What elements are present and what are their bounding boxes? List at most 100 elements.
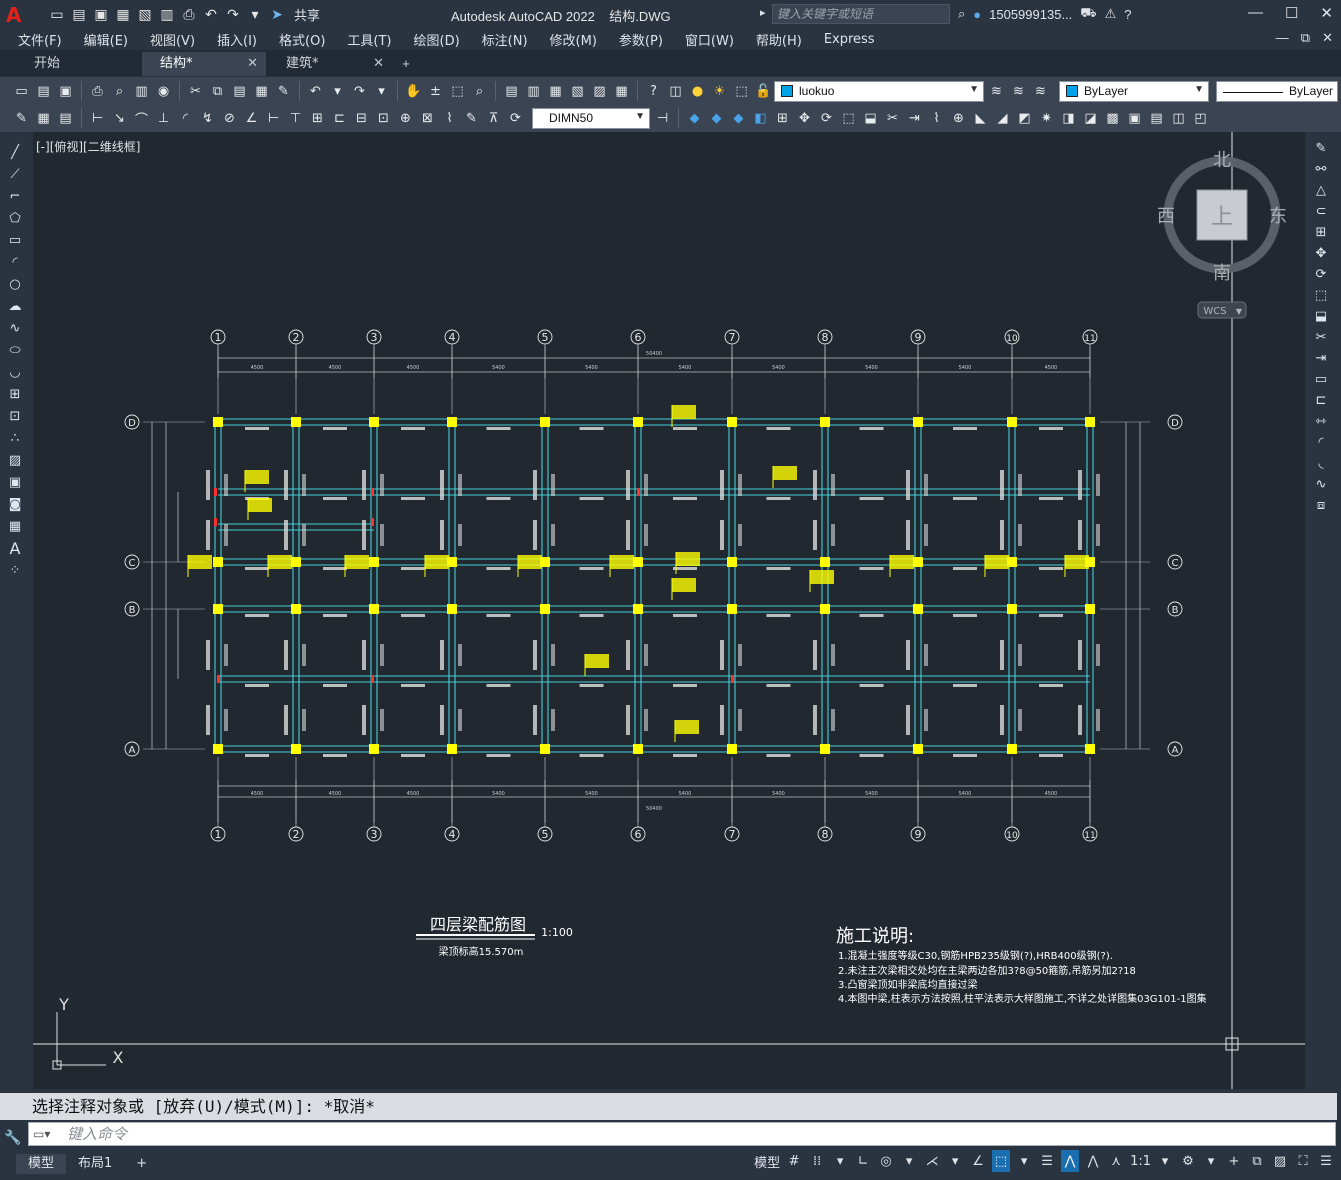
user-icon[interactable]: ● bbox=[973, 7, 981, 22]
menu-format[interactable]: 格式(O) bbox=[279, 30, 325, 49]
array-icon[interactable]: ⊞ bbox=[1313, 224, 1330, 241]
sun-icon[interactable]: ☀ bbox=[710, 82, 729, 101]
annotation-scale-icon[interactable]: ⋏ bbox=[1107, 1150, 1125, 1172]
help-icon[interactable]: ? bbox=[1124, 7, 1131, 22]
undo-icon[interactable]: ↶ bbox=[306, 82, 325, 101]
layer-properties-icon[interactable]: ◫ bbox=[666, 82, 685, 101]
rectangle-icon[interactable]: ▭ bbox=[7, 232, 24, 249]
publish-icon[interactable]: ▧ bbox=[136, 6, 154, 24]
snap-dropdown-icon[interactable]: ▾ bbox=[831, 1150, 849, 1172]
plot-icon[interactable]: ⎙ bbox=[88, 82, 107, 101]
inspect-icon[interactable]: ⊠ bbox=[418, 109, 437, 128]
maximize-icon[interactable]: ☐ bbox=[1285, 4, 1298, 22]
stretch-icon[interactable]: ⬓ bbox=[1313, 308, 1330, 325]
viewcube-west-label[interactable]: 西 bbox=[1157, 206, 1175, 227]
dim-edit-icon[interactable]: ✎ bbox=[462, 109, 481, 128]
workspace-gear-icon[interactable]: ⚙ bbox=[1179, 1150, 1197, 1172]
viewcube-north-label[interactable]: 北 bbox=[1213, 150, 1231, 171]
center-mark-icon[interactable]: ⊕ bbox=[396, 109, 415, 128]
trim-icon[interactable]: ✂ bbox=[883, 109, 902, 128]
diameter-icon[interactable]: ⊘ bbox=[220, 109, 239, 128]
new-file-icon[interactable]: ▭ bbox=[48, 6, 66, 24]
save-icon[interactable]: ▣ bbox=[92, 6, 110, 24]
print-icon[interactable]: ⎙ bbox=[180, 6, 198, 24]
viewport-controls-label[interactable]: [-][俯视][二维线框] bbox=[36, 138, 140, 155]
chamfer-icon[interactable]: ◣ bbox=[971, 109, 990, 128]
scale-icon[interactable]: ⬚ bbox=[1313, 287, 1330, 304]
plus-icon[interactable]: + bbox=[1225, 1150, 1243, 1172]
annotation-visibility-icon[interactable]: ⋀ bbox=[1061, 1150, 1080, 1172]
break-at-icon[interactable]: ⌇ bbox=[927, 109, 946, 128]
save-as-icon[interactable]: ▦ bbox=[114, 6, 132, 24]
dimstyle-dropdown[interactable]: DIMN50 ▼ bbox=[532, 107, 650, 129]
cart-icon[interactable]: ⛟ bbox=[1080, 5, 1096, 23]
isodraft-icon[interactable]: ⋌ bbox=[923, 1150, 941, 1172]
scale-dropdown-icon[interactable]: ▾ bbox=[1156, 1150, 1174, 1172]
gradient-icon[interactable]: ▣ bbox=[7, 474, 24, 491]
menu-file[interactable]: 文件(F) bbox=[18, 30, 62, 49]
chamfer-icon[interactable]: ◜ bbox=[1313, 434, 1330, 451]
array-icon[interactable]: ⊞ bbox=[773, 109, 792, 128]
construction-line-icon[interactable]: ⟋ bbox=[7, 166, 24, 183]
close-tab-icon[interactable]: ✕ bbox=[373, 52, 384, 76]
share-button[interactable]: 共享 bbox=[294, 5, 320, 24]
offset-icon[interactable]: ◧ bbox=[751, 109, 770, 128]
autodesk-icon[interactable]: ⚠ bbox=[1105, 6, 1117, 22]
tab-layout1[interactable]: 布局1 bbox=[66, 1154, 124, 1174]
new-tab-button[interactable]: + bbox=[394, 52, 418, 76]
make-block-icon[interactable]: ⊡ bbox=[7, 408, 24, 425]
pan-icon[interactable]: ✋ bbox=[404, 82, 423, 101]
menu-help[interactable]: 帮助(H) bbox=[756, 30, 802, 49]
tab-model[interactable]: 模型 bbox=[16, 1154, 67, 1174]
doc-restore-icon[interactable]: ⧉ bbox=[1301, 30, 1310, 46]
baseline-icon[interactable]: ⊤ bbox=[286, 109, 305, 128]
pedit-icon[interactable]: ◨ bbox=[1059, 109, 1078, 128]
command-input[interactable]: ▭▾ 键入命令 bbox=[28, 1122, 1336, 1146]
undo-icon[interactable]: ↶ bbox=[202, 6, 220, 24]
space-icon[interactable]: ⊏ bbox=[330, 109, 349, 128]
auto-scale-icon[interactable]: ⋀ bbox=[1084, 1150, 1102, 1172]
hatch-edit-icon[interactable]: ▩ bbox=[1103, 109, 1122, 128]
match-properties-icon[interactable]: ▦ bbox=[252, 82, 271, 101]
join-icon[interactable]: ⇿ bbox=[1313, 413, 1330, 430]
table-icon[interactable]: ▦ bbox=[7, 518, 24, 535]
ellipse-arc-icon[interactable]: ◡ bbox=[7, 364, 24, 381]
rotate-icon[interactable]: ⟳ bbox=[817, 109, 836, 128]
freeze-icon[interactable]: ⬚ bbox=[732, 82, 751, 101]
plot-preview-icon[interactable]: ▥ bbox=[158, 6, 176, 24]
insert-block-icon[interactable]: ⊞ bbox=[7, 386, 24, 403]
share-icon[interactable]: ➤ bbox=[268, 6, 286, 24]
stretch-icon[interactable]: ⬓ bbox=[861, 109, 880, 128]
tool-palettes-icon[interactable]: ▦ bbox=[546, 82, 565, 101]
layer-previous-icon[interactable]: ≋ bbox=[1009, 82, 1028, 101]
object-snap-icon[interactable]: ⬚ bbox=[992, 1150, 1011, 1172]
draworder-icon[interactable]: ◰ bbox=[1191, 109, 1210, 128]
fillet-icon[interactable]: ◟ bbox=[1313, 455, 1330, 472]
new-icon[interactable]: ▭ bbox=[12, 82, 31, 101]
grid-icon[interactable]: # bbox=[785, 1150, 803, 1172]
copy-icon[interactable]: ⧉ bbox=[208, 82, 227, 101]
spline-edit-icon[interactable]: ◪ bbox=[1081, 109, 1100, 128]
autocad-logo-icon[interactable]: A bbox=[6, 3, 30, 27]
join-icon[interactable]: ⊕ bbox=[949, 109, 968, 128]
menu-edit[interactable]: 编辑(E) bbox=[84, 30, 128, 49]
dim-text-edit-icon[interactable]: ⊼ bbox=[484, 109, 503, 128]
open-file-icon[interactable]: ▤ bbox=[70, 6, 88, 24]
doc-close-icon[interactable]: ✕ bbox=[1322, 30, 1333, 46]
copy-icon[interactable]: ⚯ bbox=[1313, 161, 1330, 178]
dim-update-icon[interactable]: ⟳ bbox=[506, 109, 525, 128]
move-icon[interactable]: ✥ bbox=[795, 109, 814, 128]
model-space-button[interactable]: 模型 bbox=[754, 1150, 780, 1172]
table-icon[interactable]: ▦ bbox=[34, 109, 53, 128]
lineweight-icon[interactable]: ☰ bbox=[1038, 1150, 1056, 1172]
zoom-previous-icon[interactable]: ⌕ bbox=[470, 82, 489, 101]
sheet-set-icon[interactable]: ▧ bbox=[568, 82, 587, 101]
help-icon[interactable]: ? bbox=[644, 82, 663, 101]
object-tracking-icon[interactable]: ∠ bbox=[969, 1150, 987, 1172]
menu-parameters[interactable]: 参数(P) bbox=[619, 30, 663, 49]
close-tab-icon[interactable]: ✕ bbox=[247, 52, 258, 76]
dropdown-icon[interactable]: ▾ bbox=[246, 6, 264, 24]
menu-draw[interactable]: 绘图(D) bbox=[414, 30, 460, 49]
cut-icon[interactable]: ✂ bbox=[186, 82, 205, 101]
linear-dim-icon[interactable]: ⊢ bbox=[88, 109, 107, 128]
